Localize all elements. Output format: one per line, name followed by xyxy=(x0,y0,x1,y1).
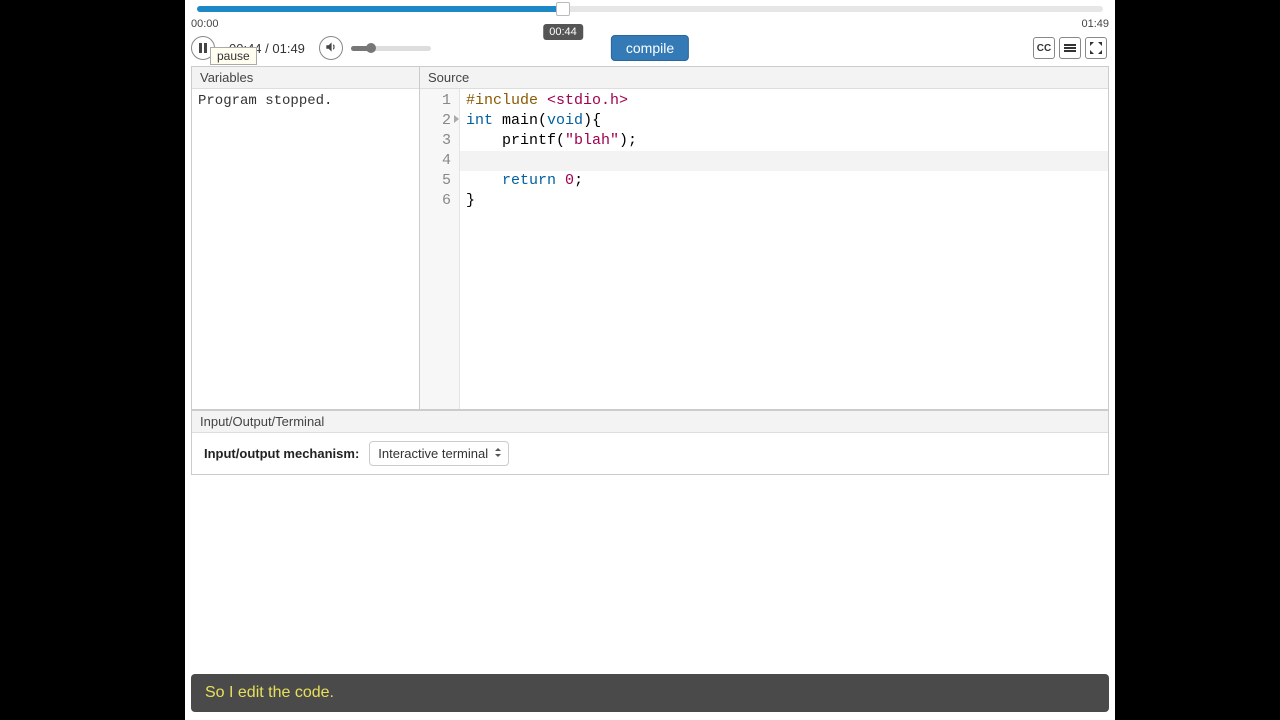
volume-slider[interactable] xyxy=(351,46,431,51)
compile-button[interactable]: compile xyxy=(611,35,689,61)
pause-tooltip: pause xyxy=(210,47,257,65)
caption-text: So I edit the code. xyxy=(191,674,1109,712)
source-header: Source xyxy=(420,67,1108,89)
variables-header: Variables xyxy=(192,67,419,89)
fullscreen-icon xyxy=(1090,42,1102,54)
io-mechanism-select[interactable]: Interactive terminal xyxy=(369,441,509,466)
code-editor[interactable]: 123456 #include <stdio.h>int main(void){… xyxy=(420,89,1108,409)
pause-button[interactable]: pause xyxy=(191,36,215,60)
io-header: Input/Output/Terminal xyxy=(192,410,1108,433)
code-line[interactable]: } xyxy=(466,191,1108,211)
source-pane: Source 123456 #include <stdio.h>int main… xyxy=(420,67,1108,409)
time-end: 01:49 xyxy=(1081,18,1109,30)
variables-status: Program stopped. xyxy=(192,89,419,113)
pause-icon xyxy=(199,43,207,53)
menu-button[interactable] xyxy=(1059,37,1081,59)
cc-button[interactable]: CC xyxy=(1033,37,1055,59)
fullscreen-button[interactable] xyxy=(1085,37,1107,59)
volume-button[interactable] xyxy=(319,36,343,60)
time-start: 00:00 xyxy=(191,18,219,30)
io-mechanism-label: Input/output mechanism: xyxy=(204,446,359,461)
code-line[interactable]: return 0; xyxy=(466,171,1108,191)
io-panel: Input/Output/Terminal Input/output mecha… xyxy=(191,410,1109,475)
speaker-icon xyxy=(324,40,338,57)
menu-icon xyxy=(1064,43,1076,53)
code-line[interactable]: printf("blah"); xyxy=(466,131,1108,151)
code-line[interactable]: #include <stdio.h> xyxy=(466,91,1108,111)
progress-bar[interactable]: 00:44 xyxy=(185,0,1115,16)
code-line[interactable]: int main(void){ xyxy=(466,111,1108,131)
variables-pane: Variables Program stopped. xyxy=(192,67,420,409)
